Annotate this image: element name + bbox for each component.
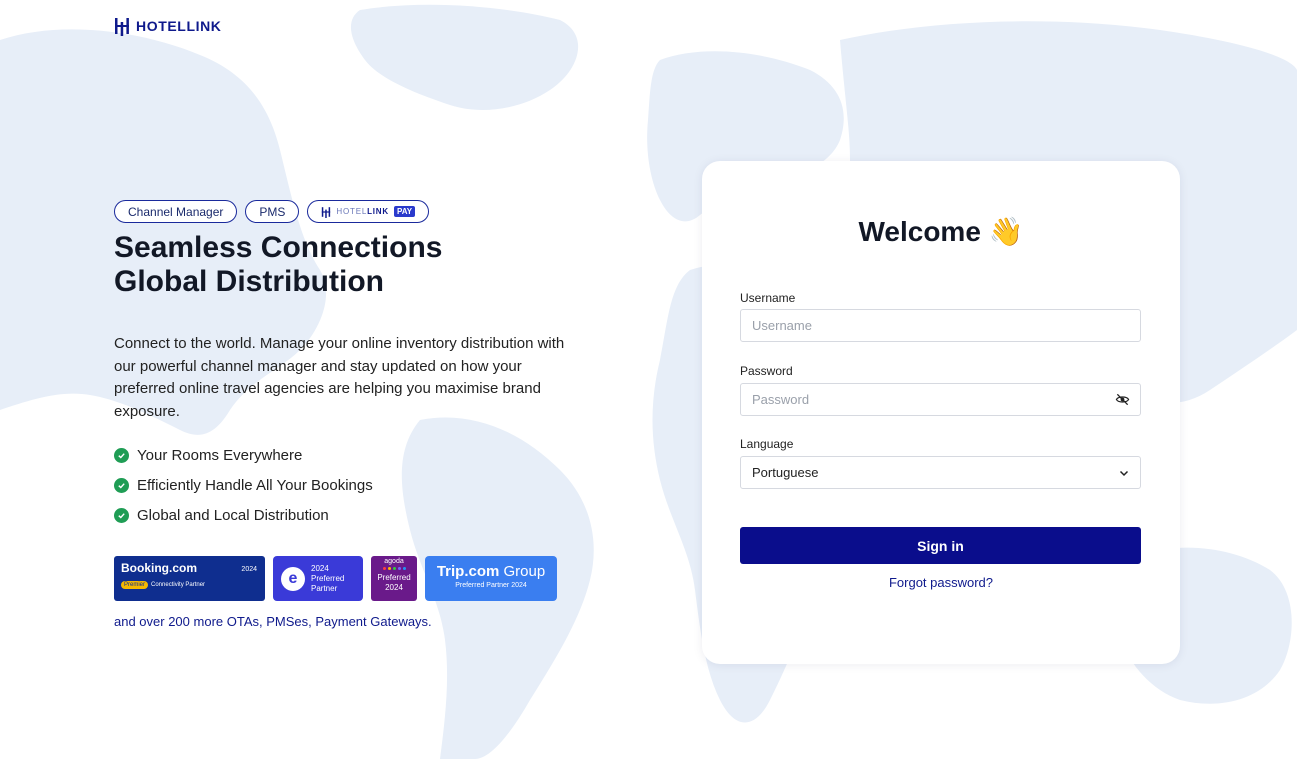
password-input[interactable] <box>740 383 1141 416</box>
hero-description: Connect to the world. Manage your online… <box>114 335 565 420</box>
hero-section: Channel Manager PMS HOTELLINK PAY Seamle… <box>114 200 594 629</box>
feature-label: Global and Local Distribution <box>137 506 329 524</box>
trip-subtitle: Preferred Partner 2024 <box>455 582 527 589</box>
check-icon <box>114 477 129 493</box>
hotellink-logo-icon <box>322 206 331 218</box>
agoda-badge: agoda Preferred 2024 <box>371 556 417 601</box>
booking-year: 2024 <box>241 566 257 573</box>
more-partners-text: and over 200 more OTAs, PMSes, Payment G… <box>114 614 432 629</box>
chevron-down-icon <box>1119 470 1129 477</box>
hotellink-logo-icon <box>115 18 129 36</box>
login-card: Welcome 👋 Username Password Language Por… <box>702 161 1180 664</box>
agoda-dots-icon <box>371 567 417 570</box>
eye-slash-icon[interactable] <box>1115 392 1130 407</box>
feature-list: Your Rooms Everywhere Efficiently Handle… <box>114 440 594 530</box>
check-icon <box>114 447 129 463</box>
language-label: Language <box>740 437 794 451</box>
booking-badge: Booking.com 2024 Premier Connectivity Pa… <box>114 556 265 601</box>
language-selected-value: Portuguese <box>752 465 819 480</box>
headline-line-1: Seamless Connections <box>114 231 443 264</box>
agoda-name: agoda <box>384 558 404 565</box>
language-select[interactable]: Portuguese <box>740 456 1141 489</box>
feature-item: Your Rooms Everywhere <box>114 440 594 470</box>
check-icon <box>114 507 129 523</box>
feature-label: Efficiently Handle All Your Bookings <box>137 476 373 494</box>
trip-badge: Trip.com Group Preferred Partner 2024 <box>425 556 557 601</box>
forgot-password-link[interactable]: Forgot password? <box>702 575 1180 590</box>
booking-premier-tag: Premier <box>121 581 149 589</box>
hero-headline: Seamless Connections Global Distribution <box>114 231 594 299</box>
pay-tag: PAY <box>393 206 416 217</box>
welcome-title: Welcome 👋 <box>858 216 1024 247</box>
pill-hotellink-pay: HOTELLINK PAY <box>307 200 430 223</box>
expedia-text: 2024 Preferred Partner <box>311 563 345 593</box>
pay-brand-name: HOTELLINK <box>336 207 389 216</box>
expedia-badge: e 2024 Preferred Partner <box>273 556 363 601</box>
headline-line-2: Global Distribution <box>114 265 384 298</box>
brand-name: HOTELLINK <box>136 18 222 34</box>
username-input[interactable] <box>740 309 1141 342</box>
username-label: Username <box>740 291 796 305</box>
feature-item: Global and Local Distribution <box>114 500 594 530</box>
partner-badges: Booking.com 2024 Premier Connectivity Pa… <box>114 556 594 601</box>
expedia-logo-icon: e <box>281 566 305 591</box>
trip-name: Trip.com Group <box>436 563 546 580</box>
agoda-text: Preferred 2024 <box>377 573 411 592</box>
brand-logo: HOTELLINK <box>114 16 222 36</box>
password-label: Password <box>740 364 793 378</box>
pill-pms: PMS <box>245 200 300 223</box>
sign-in-button[interactable]: Sign in <box>740 527 1141 564</box>
pill-channel-manager: Channel Manager <box>114 200 238 223</box>
booking-subtitle: Connectivity Partner <box>151 582 206 588</box>
booking-name: Booking.com <box>121 561 198 575</box>
feature-item: Efficiently Handle All Your Bookings <box>114 470 594 500</box>
feature-label: Your Rooms Everywhere <box>137 446 303 464</box>
booking-subtitle-row: Premier Connectivity Partner <box>121 581 258 589</box>
product-pills: Channel Manager PMS HOTELLINK PAY <box>114 200 594 223</box>
